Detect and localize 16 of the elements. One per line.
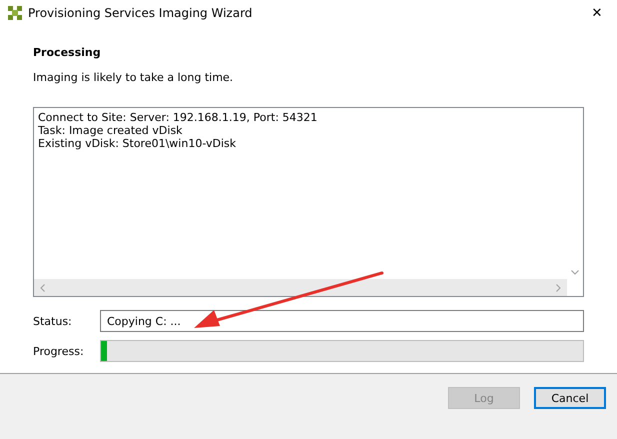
log-line: Existing vDisk: Store01\win10-vDisk xyxy=(38,137,238,150)
app-icon xyxy=(8,6,22,20)
scroll-down-icon[interactable] xyxy=(571,270,579,275)
close-button[interactable]: ✕ xyxy=(577,6,617,20)
cancel-button[interactable]: Cancel xyxy=(534,387,606,409)
scroll-right-icon[interactable] xyxy=(556,284,561,292)
log-line: Connect to Site: Server: 192.168.1.19, Port: 54321 xyxy=(38,111,318,124)
log-line: Task: Image created vDisk xyxy=(38,124,184,137)
scroll-left-icon[interactable] xyxy=(40,284,45,292)
horizontal-scrollbar[interactable] xyxy=(34,279,567,296)
status-label: Status: xyxy=(33,314,73,328)
window-title: Provisioning Services Imaging Wizard xyxy=(28,6,252,20)
page-description: Imaging is likely to take a long time. xyxy=(33,71,234,84)
page-heading: Processing xyxy=(33,46,102,59)
progress-label: Progress: xyxy=(33,344,85,358)
status-field: Copying C: ... xyxy=(100,310,584,332)
